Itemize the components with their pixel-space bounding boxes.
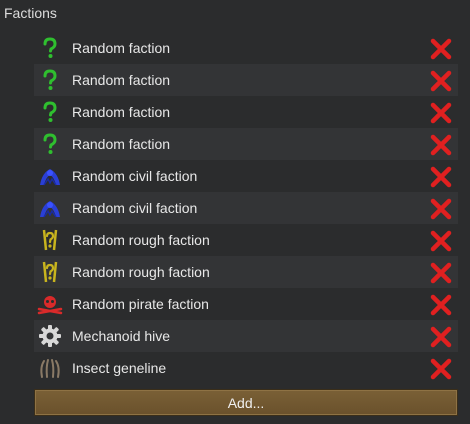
remove-icon[interactable] [430,294,452,316]
civil-faction-icon [36,194,64,222]
remove-icon[interactable] [430,166,452,188]
faction-list: Random faction Random faction Random fac… [34,32,458,384]
faction-label: Random pirate faction [72,296,209,312]
question-icon [36,34,64,62]
faction-row: Random rough faction [34,256,458,288]
faction-label: Random rough faction [72,232,210,248]
insect-icon [36,354,64,382]
question-icon [36,66,64,94]
faction-row: Random pirate faction [34,288,458,320]
remove-icon[interactable] [430,70,452,92]
faction-row: Random faction [34,32,458,64]
remove-icon[interactable] [430,358,452,380]
faction-label: Random faction [72,136,171,152]
faction-label: Random rough faction [72,264,210,280]
faction-label: Random faction [72,104,171,120]
faction-row: Random rough faction [34,224,458,256]
question-icon [36,130,64,158]
remove-icon[interactable] [430,230,452,252]
section-title: Factions [4,5,57,21]
faction-label: Random faction [72,40,171,56]
civil-faction-icon [36,162,64,190]
rough-faction-icon [36,226,64,254]
faction-label: Random faction [72,72,171,88]
pirate-faction-icon [36,290,64,318]
faction-label: Mechanoid hive [72,328,171,344]
remove-icon[interactable] [430,102,452,124]
remove-icon[interactable] [430,198,452,220]
faction-row: Random faction [34,64,458,96]
gear-icon [36,322,64,350]
faction-row: Random faction [34,96,458,128]
faction-row: Random civil faction [34,160,458,192]
remove-icon[interactable] [430,326,452,348]
faction-label: Random civil faction [72,168,198,184]
remove-icon[interactable] [430,38,452,60]
question-icon [36,98,64,126]
remove-icon[interactable] [430,262,452,284]
faction-row: Insect geneline [34,352,458,384]
add-button[interactable]: Add... [34,389,458,416]
faction-label: Insect geneline [72,360,167,376]
faction-label: Random civil faction [72,200,198,216]
rough-faction-icon [36,258,64,286]
faction-row: Random faction [34,128,458,160]
faction-row: Mechanoid hive [34,320,458,352]
faction-row: Random civil faction [34,192,458,224]
remove-icon[interactable] [430,134,452,156]
